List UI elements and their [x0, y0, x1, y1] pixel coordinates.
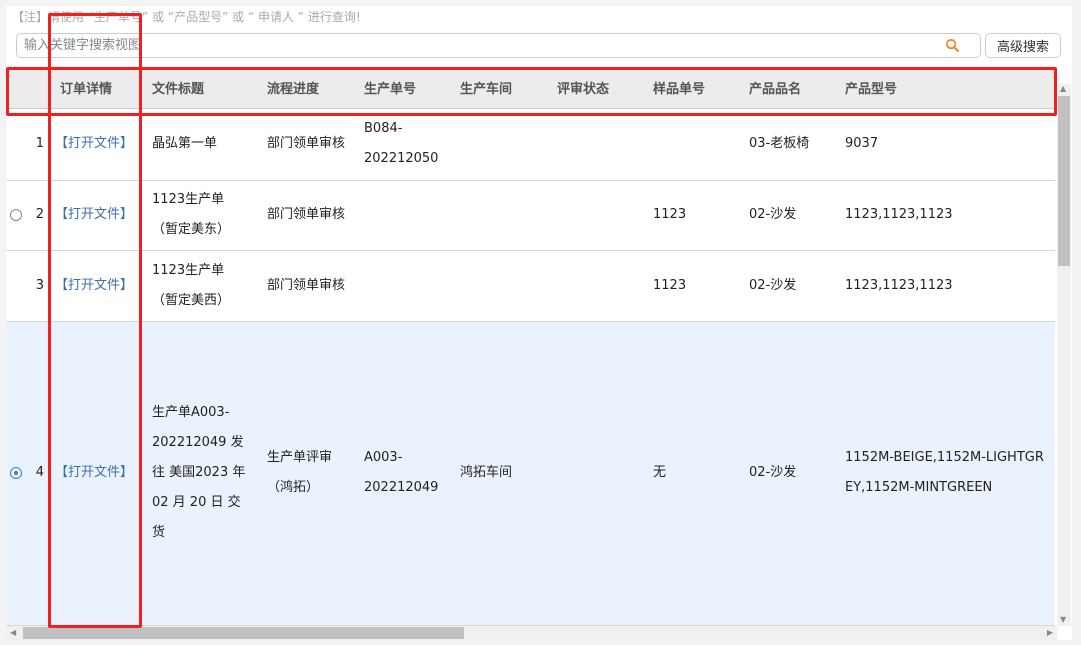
cell-progress: 生产单评审（鸿拓）	[255, 321, 352, 626]
cell-file-title: 晶弘第一单	[140, 108, 255, 181]
cell-order-no: A003-202212049	[352, 321, 448, 626]
row-number-cell[interactable]: 1	[6, 108, 48, 181]
table-row[interactable]: 4 【打开文件】 生产单A003-202212049 发往 美国2023 年 02 …	[6, 321, 1055, 626]
cell-product-name: 02-沙发	[737, 180, 833, 251]
col-header-order-details[interactable]: 订单详情	[48, 68, 140, 109]
cell-sample-no: 无	[641, 321, 737, 626]
open-file-link[interactable]: 【打开文件】	[55, 207, 133, 222]
row-number: 1	[35, 136, 44, 151]
horizontal-scroll-thumb[interactable]	[23, 627, 464, 639]
row-number-cell[interactable]: 3	[6, 250, 48, 322]
table-header: 订单详情 文件标题 流程进度 生产单号 生产车间 评审状态 样品单号 产品品名 …	[6, 68, 1055, 109]
open-file-link[interactable]: 【打开文件】	[55, 136, 133, 151]
cell-review-status	[545, 180, 641, 251]
col-header-file-title[interactable]: 文件标题	[140, 68, 255, 109]
col-header-progress[interactable]: 流程进度	[255, 68, 352, 109]
scroll-down-icon[interactable]: ▼	[1060, 615, 1066, 624]
cell-order-no	[352, 250, 448, 322]
col-header-sample-no[interactable]: 样品单号	[641, 68, 737, 109]
cell-progress: 部门领单审核	[255, 108, 352, 181]
table-row[interactable]: 1 【打开文件】 晶弘第一单 部门领单审核 B084-202212050 03-老板椅 90…	[6, 108, 1055, 181]
cell-file-title: 1123生产单（暂定美东）	[140, 180, 255, 251]
cell-order-no: B084-202212050	[352, 108, 448, 181]
row-radio[interactable]	[10, 467, 22, 479]
cell-progress: 部门领单审核	[255, 180, 352, 251]
cell-workshop	[448, 180, 545, 251]
table-row[interactable]: 2 【打开文件】 1123生产单（暂定美东） 部门领单审核 1123 02-沙发 1123,…	[6, 180, 1055, 251]
row-number-cell[interactable]: 2	[6, 180, 48, 251]
col-header-index	[6, 68, 48, 109]
row-number: 4	[35, 465, 44, 480]
cell-review-status	[545, 250, 641, 322]
cell-sample-no: 1123	[641, 180, 737, 251]
cell-product-model: 9037	[833, 108, 1055, 181]
vertical-scroll-thumb[interactable]	[1058, 96, 1070, 266]
cell-product-model: 1123,1123,1123	[833, 250, 1055, 322]
horizontal-scrollbar[interactable]: ◀ ▶	[6, 626, 1057, 640]
col-header-product-model[interactable]: 产品型号	[833, 68, 1055, 109]
cell-workshop	[448, 108, 545, 181]
cell-workshop	[448, 250, 545, 322]
scroll-up-icon[interactable]: ▲	[1060, 84, 1066, 93]
row-number: 3	[35, 277, 44, 293]
cell-progress: 部门领单审核	[255, 250, 352, 322]
cell-order-no	[352, 180, 448, 251]
cell-product-name: 02-沙发	[737, 321, 833, 626]
cell-file-title: 1123生产单（暂定美西）	[140, 250, 255, 322]
col-header-workshop[interactable]: 生产车间	[448, 68, 545, 109]
cell-workshop: 鸿拓车间	[448, 321, 545, 626]
cell-sample-no: 1123	[641, 250, 737, 322]
search-icon[interactable]	[945, 38, 960, 53]
scroll-right-icon[interactable]: ▶	[1047, 628, 1053, 637]
cell-product-model: 1123,1123,1123	[833, 180, 1055, 251]
vertical-scrollbar[interactable]: ▲ ▼	[1057, 84, 1071, 626]
col-header-order-no[interactable]: 生产单号	[352, 68, 448, 109]
open-file-link[interactable]: 【打开文件】	[55, 465, 133, 480]
cell-product-model: 1152M-BEIGE,1152M-LIGHTGREY,1152M-MINTGR…	[833, 321, 1055, 626]
search-box[interactable]	[16, 33, 981, 58]
table-row[interactable]: 3 【打开文件】 1123生产单（暂定美西） 部门领单审核 1123 02-沙发 1123,…	[6, 250, 1055, 322]
order-table: 订单详情 文件标题 流程进度 生产单号 生产车间 评审状态 样品单号 产品品名 …	[6, 68, 1055, 626]
query-note: 【注】请使用 “生产单号” 或 “产品型号” 或 “ 申请人 ” 进行查询!	[12, 10, 361, 24]
cell-product-name: 02-沙发	[737, 250, 833, 322]
open-file-link[interactable]: 【打开文件】	[55, 278, 133, 293]
col-header-review-status[interactable]: 评审状态	[545, 68, 641, 109]
search-input[interactable]	[17, 34, 917, 57]
cell-sample-no	[641, 108, 737, 181]
row-number-cell[interactable]: 4	[6, 321, 48, 626]
row-number: 2	[35, 207, 44, 222]
scroll-left-icon[interactable]: ◀	[10, 628, 16, 637]
cell-review-status	[545, 108, 641, 181]
cell-file-title: 生产单A003-202212049 发往 美国2023 年 02 月 20 日 …	[140, 321, 255, 626]
advanced-search-button[interactable]: 高级搜索	[985, 33, 1061, 58]
row-radio[interactable]	[10, 209, 22, 221]
cell-review-status	[545, 321, 641, 626]
col-header-product-name[interactable]: 产品品名	[737, 68, 833, 109]
cell-product-name: 03-老板椅	[737, 108, 833, 181]
